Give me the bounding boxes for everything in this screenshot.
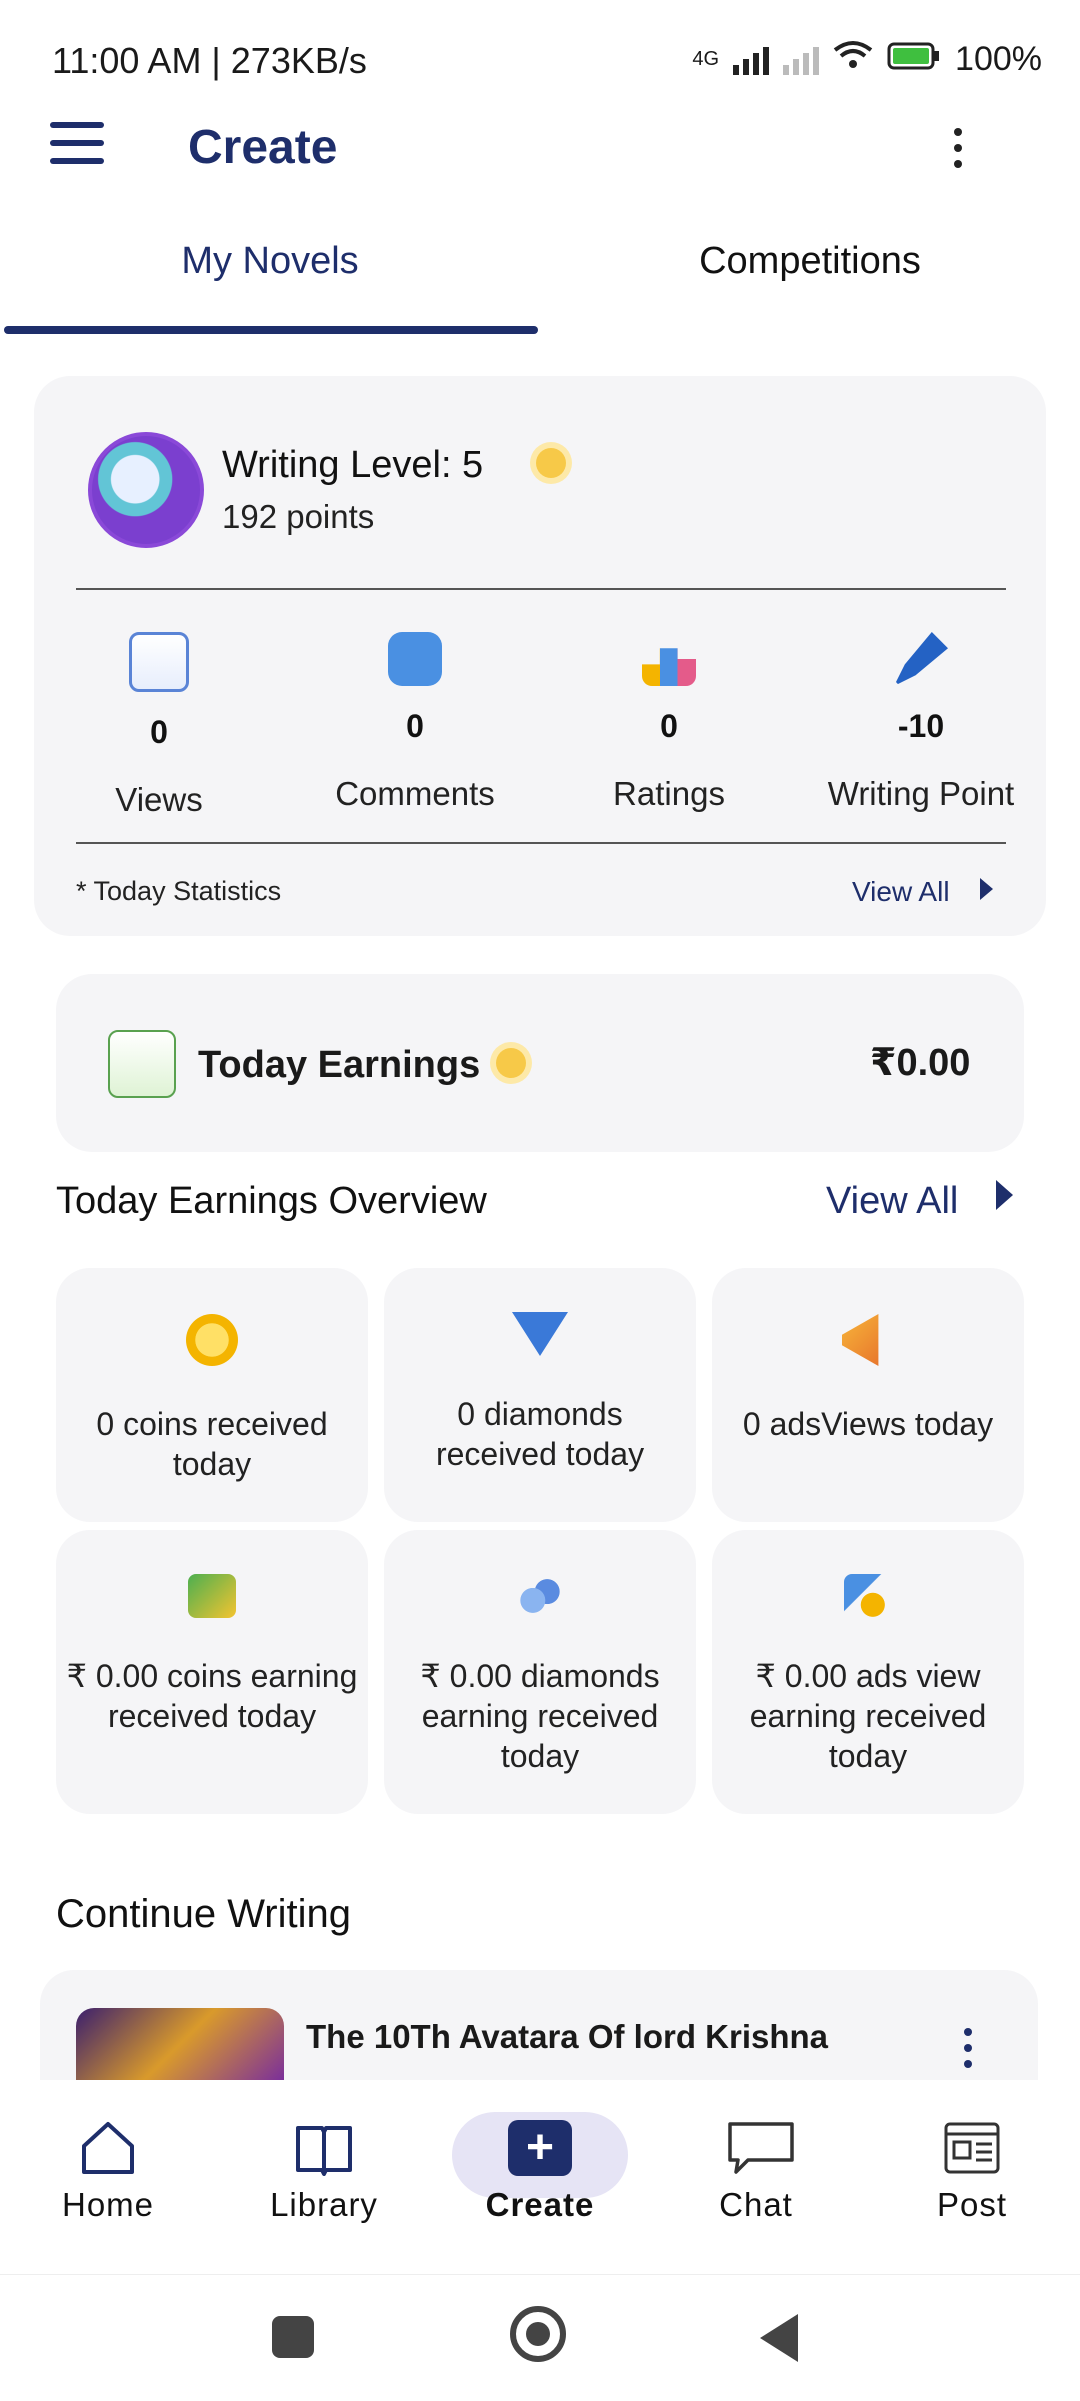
tile-text: ₹ 0.00 ads view earning received today bbox=[749, 1658, 987, 1774]
writing-level: Writing Level: 5 bbox=[222, 444, 484, 486]
stat-label: Comments bbox=[335, 775, 495, 812]
stat-value: 0 bbox=[150, 714, 168, 750]
nav-label: Library bbox=[270, 2186, 378, 2223]
recents-button[interactable] bbox=[272, 2316, 314, 2358]
back-button[interactable] bbox=[760, 2314, 798, 2362]
lightbulb-icon[interactable] bbox=[536, 448, 566, 478]
stat-value: 0 bbox=[406, 708, 424, 744]
page-title: Create bbox=[188, 121, 338, 174]
divider bbox=[76, 588, 1006, 590]
tile-text: 0 adsViews today bbox=[742, 1406, 994, 1442]
coins-earning-tile[interactable]: ₹ 0.00 coins earning received today bbox=[56, 1530, 368, 1814]
home-icon bbox=[78, 2120, 138, 2176]
overview-title: Today Earnings Overview bbox=[56, 1180, 487, 1222]
stat-views: 0 Views bbox=[44, 620, 274, 819]
tile-text: 0 coins received today bbox=[96, 1406, 328, 1482]
signal-weak-icon bbox=[783, 45, 820, 75]
today-earnings-amount: ₹0.00 bbox=[870, 1042, 971, 1084]
ads-views-tile[interactable]: 0 adsViews today bbox=[712, 1268, 1024, 1522]
battery-level: 100% bbox=[955, 40, 1042, 78]
nav-label: Home bbox=[61, 2186, 155, 2223]
status-bar: 11:00 AM | 273KB/s 4G 100% bbox=[0, 0, 1080, 120]
stat-label: Views bbox=[115, 781, 203, 818]
avatar[interactable] bbox=[88, 432, 204, 548]
chevron-right-icon[interactable] bbox=[980, 878, 993, 900]
nav-home[interactable]: Home bbox=[0, 2120, 216, 2224]
diamond-icon bbox=[512, 1312, 568, 1356]
stat-ratings: 0 Ratings bbox=[554, 620, 784, 813]
diamonds-received-tile[interactable]: 0 diamonds received today bbox=[384, 1268, 696, 1522]
book-cover-image[interactable] bbox=[76, 2008, 284, 2080]
signal-icon bbox=[733, 45, 770, 75]
stat-value: -10 bbox=[897, 708, 945, 744]
stat-writing-point: -10 Writing Point bbox=[806, 620, 1036, 813]
nav-chat[interactable]: Chat bbox=[648, 2120, 864, 2224]
ads-earning-tile[interactable]: ₹ 0.00 ads view earning received today bbox=[712, 1530, 1024, 1814]
chat-bubble-icon bbox=[726, 2120, 794, 2176]
tile-text: ₹ 0.00 diamonds earning received today bbox=[420, 1658, 660, 1774]
book-options-icon[interactable] bbox=[964, 2028, 974, 2076]
nav-library[interactable]: Library bbox=[216, 2120, 432, 2224]
coin-stack-icon bbox=[516, 1574, 564, 1618]
comments-icon bbox=[388, 632, 442, 686]
continue-writing-title: Continue Writing bbox=[56, 1892, 351, 1936]
cash-icon bbox=[188, 1574, 236, 1618]
post-icon bbox=[942, 2120, 1002, 2176]
more-options-icon[interactable] bbox=[950, 128, 966, 172]
coin-icon bbox=[186, 1314, 238, 1366]
nav-label: Post bbox=[936, 2186, 1008, 2223]
nav-create[interactable]: + Create bbox=[432, 2120, 648, 2224]
today-statistics-note: * Today Statistics bbox=[76, 876, 282, 906]
home-system-button[interactable] bbox=[510, 2306, 566, 2362]
status-indicators: 4G 100% bbox=[692, 40, 1042, 79]
stat-value: 0 bbox=[660, 708, 678, 744]
diamonds-earning-tile[interactable]: ₹ 0.00 diamonds earning received today bbox=[384, 1530, 696, 1814]
stat-label: Writing Point bbox=[827, 775, 1015, 812]
book-title[interactable]: The 10Th Avatara Of lord Krishna bbox=[306, 2018, 828, 2056]
network-type: 4G bbox=[692, 48, 720, 70]
earnings-chart-icon bbox=[108, 1030, 176, 1098]
ratings-icon bbox=[642, 648, 696, 686]
nav-label: Create bbox=[485, 2186, 595, 2223]
status-time: 11:00 AM | 273KB/s bbox=[52, 40, 367, 81]
battery-icon bbox=[887, 40, 941, 79]
stats-view-all-link[interactable]: View All bbox=[852, 876, 950, 908]
overview-view-all-link[interactable]: View All bbox=[826, 1180, 958, 1223]
pen-icon bbox=[894, 632, 948, 686]
lightbulb-icon[interactable] bbox=[496, 1048, 526, 1078]
nav-post[interactable]: Post bbox=[864, 2120, 1080, 2224]
plus-icon: + bbox=[508, 2120, 572, 2176]
stat-label: Ratings bbox=[613, 775, 725, 812]
tile-text: 0 diamonds received today bbox=[435, 1396, 645, 1472]
wifi-icon bbox=[833, 40, 873, 79]
megaphone-icon bbox=[842, 1314, 879, 1366]
tab-competitions[interactable]: Competitions bbox=[540, 240, 1080, 283]
nav-label: Chat bbox=[719, 2186, 793, 2223]
tab-indicator bbox=[4, 326, 538, 334]
writing-points: 192 points bbox=[222, 498, 375, 535]
coins-received-tile[interactable]: 0 coins received today bbox=[56, 1268, 368, 1522]
ads-earning-icon bbox=[844, 1574, 892, 1618]
book-icon bbox=[294, 2120, 354, 2176]
tab-my-novels[interactable]: My Novels bbox=[0, 240, 540, 283]
menu-icon[interactable] bbox=[50, 122, 104, 168]
tile-text: ₹ 0.00 coins earning received today bbox=[66, 1658, 358, 1734]
today-earnings-title: Today Earnings bbox=[198, 1044, 481, 1086]
divider bbox=[76, 842, 1006, 844]
stat-comments: 0 Comments bbox=[300, 620, 530, 813]
views-chart-icon bbox=[129, 632, 189, 692]
chevron-right-icon[interactable] bbox=[996, 1180, 1013, 1210]
